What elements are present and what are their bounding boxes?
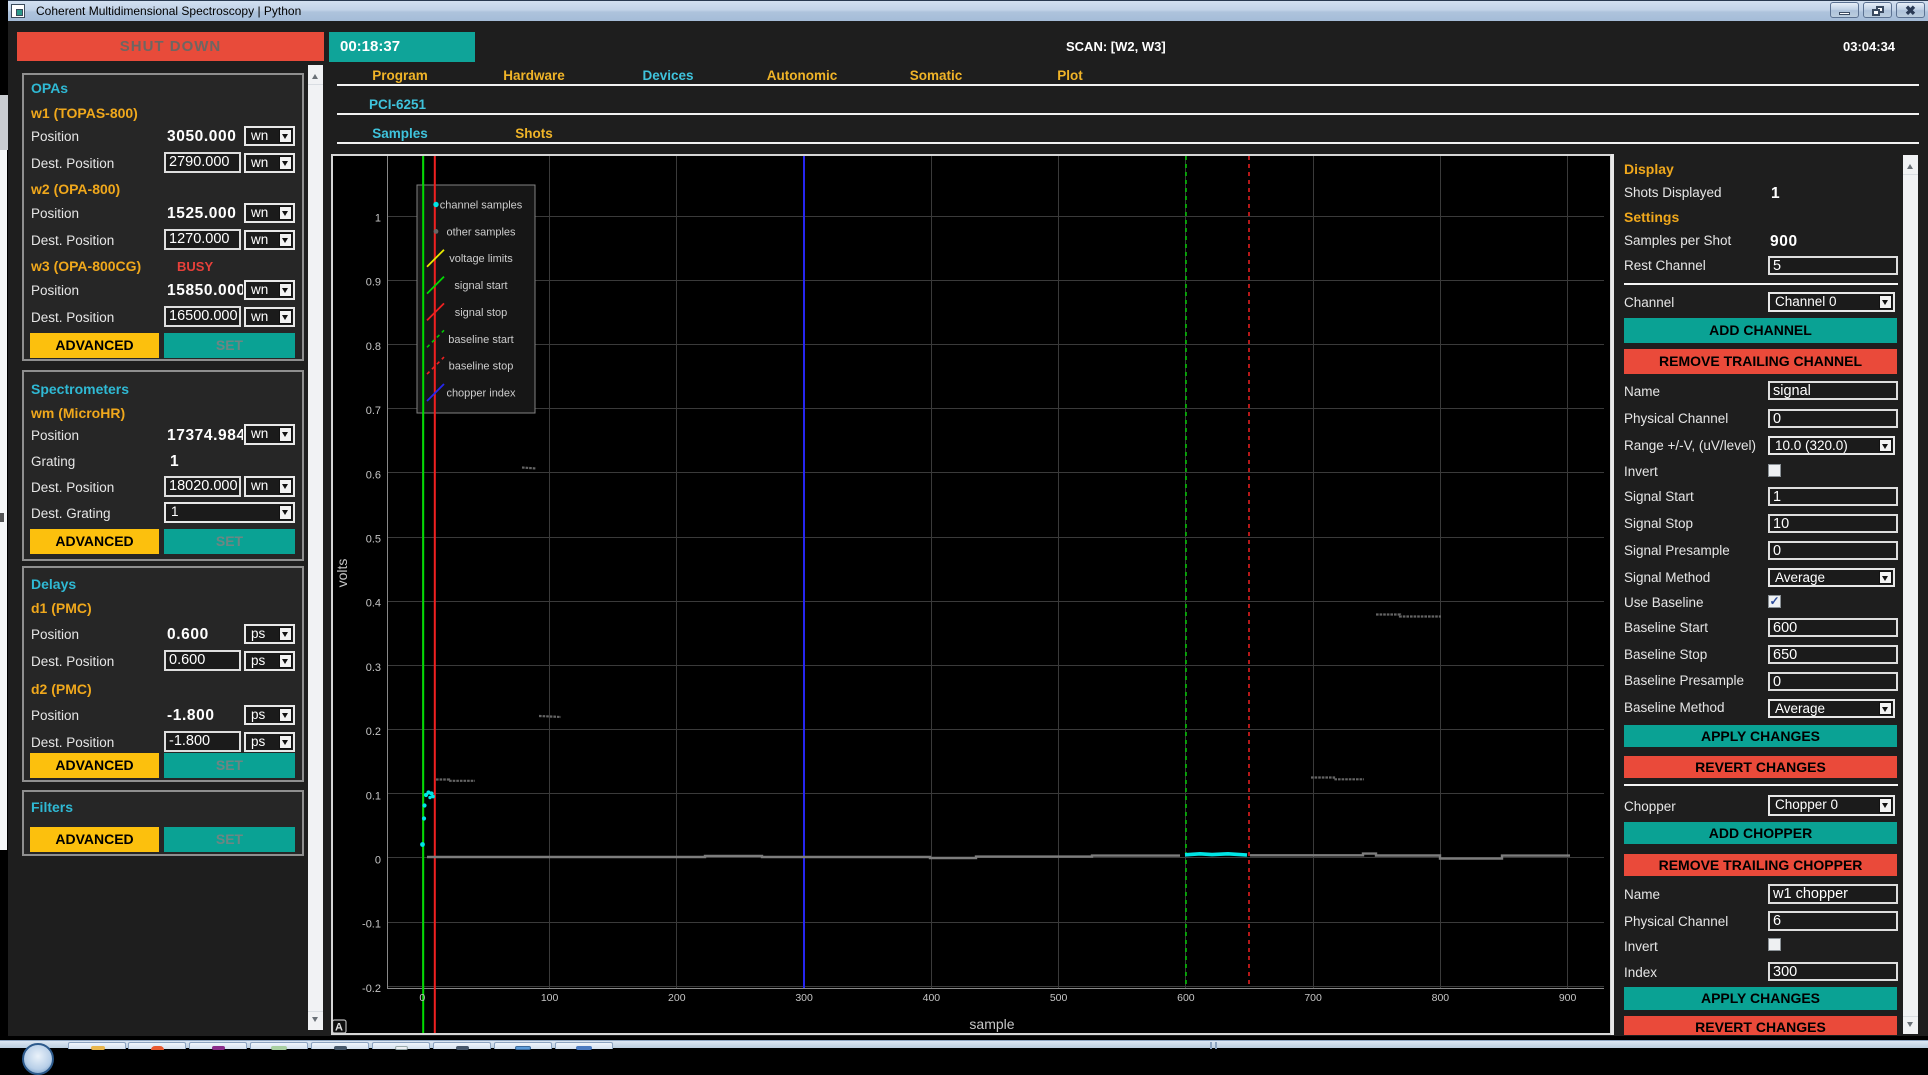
svg-text:channel samples: channel samples — [440, 200, 523, 212]
svg-text:signal start: signal start — [454, 280, 507, 292]
svg-text:100: 100 — [541, 992, 559, 1004]
svg-text:0.6: 0.6 — [366, 469, 381, 481]
svg-text:0: 0 — [419, 992, 425, 1004]
svg-text:0.4: 0.4 — [366, 598, 381, 610]
svg-text:0.5: 0.5 — [366, 534, 381, 546]
svg-text:800: 800 — [1432, 992, 1450, 1004]
svg-text:1: 1 — [375, 213, 381, 225]
svg-text:600: 600 — [1177, 992, 1195, 1004]
svg-text:0.3: 0.3 — [366, 662, 381, 674]
svg-text:volts: volts — [334, 559, 350, 588]
svg-text:-0.2: -0.2 — [362, 983, 381, 995]
svg-text:300: 300 — [795, 992, 813, 1004]
svg-text:500: 500 — [1050, 992, 1068, 1004]
svg-text:other samples: other samples — [446, 226, 516, 238]
svg-text:400: 400 — [923, 992, 941, 1004]
svg-text:baseline start: baseline start — [448, 334, 513, 346]
svg-text:-0.1: -0.1 — [362, 919, 381, 931]
svg-text:700: 700 — [1304, 992, 1322, 1004]
svg-text:baseline stop: baseline stop — [449, 361, 514, 373]
svg-text:signal stop: signal stop — [455, 307, 508, 319]
svg-text:0: 0 — [375, 855, 381, 867]
svg-text:0.1: 0.1 — [366, 790, 381, 802]
svg-text:200: 200 — [668, 992, 686, 1004]
svg-text:0.8: 0.8 — [366, 341, 381, 353]
svg-text:0.2: 0.2 — [366, 726, 381, 738]
svg-text:900: 900 — [1559, 992, 1577, 1004]
svg-text:chopper index: chopper index — [446, 387, 516, 399]
svg-text:0.7: 0.7 — [366, 405, 381, 417]
svg-text:sample: sample — [969, 1016, 1014, 1032]
svg-text:voltage limits: voltage limits — [449, 253, 513, 265]
svg-text:A: A — [335, 1022, 343, 1034]
svg-text:0.9: 0.9 — [366, 277, 381, 289]
